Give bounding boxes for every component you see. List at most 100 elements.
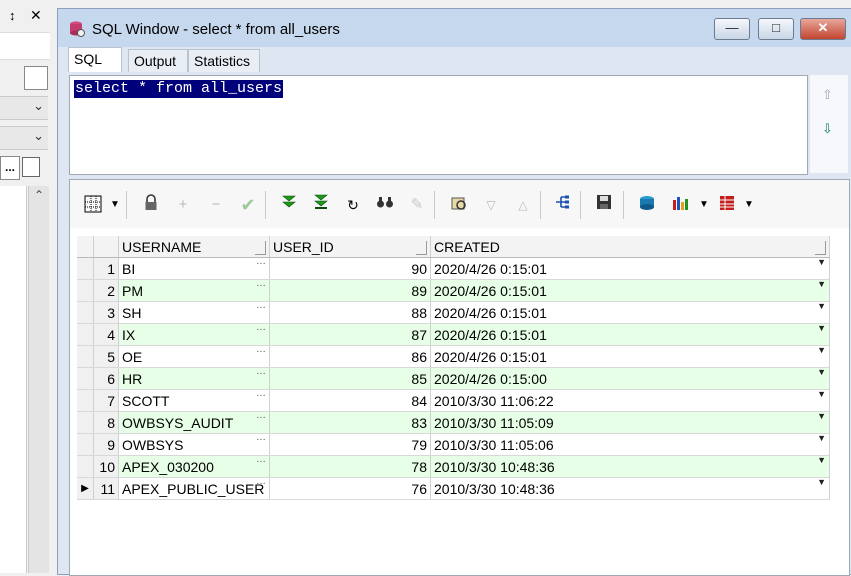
row-number[interactable]: 1 (93, 257, 119, 280)
close-icon[interactable]: ✕ (30, 7, 42, 24)
dropdown-arrow-icon[interactable]: ▼ (110, 194, 120, 216)
cell-user-id[interactable]: 76 (269, 477, 431, 500)
row-number[interactable]: 8 (93, 411, 119, 434)
row-indicator[interactable] (77, 257, 94, 280)
row-indicator[interactable] (77, 389, 94, 412)
query-by-example-icon[interactable] (448, 194, 470, 216)
cell-username[interactable]: OE… (118, 344, 270, 368)
panel-dropdown-2[interactable]: ⌄ (0, 126, 48, 150)
tab-output[interactable]: Output (128, 49, 188, 72)
row-number[interactable]: 5 (93, 345, 119, 368)
cell-created[interactable]: 2020/4/26 0:15:01 ▼ (430, 279, 830, 302)
cell-username[interactable]: APEX_030200… (118, 454, 270, 478)
cell-username[interactable]: PM… (118, 278, 270, 302)
panel-button[interactable] (24, 66, 48, 90)
dropdown-arrow-icon[interactable]: ▼ (817, 345, 826, 355)
cell-username[interactable]: IX… (118, 322, 270, 346)
table-row[interactable]: 9 OWBSYS … 79 2010/3/30 11:05:06 ▼ (77, 432, 830, 456)
fetch-next-icon[interactable] (278, 194, 300, 216)
table-row[interactable]: 5 OE … 86 2020/4/26 0:15:01 ▼ (77, 344, 830, 368)
add-record-icon[interactable]: + (172, 194, 194, 216)
ellipsis-icon[interactable]: … (256, 366, 266, 377)
cell-user-id[interactable]: 85 (269, 367, 431, 390)
cell-user-id[interactable]: 89 (269, 279, 431, 302)
row-indicator[interactable] (77, 455, 94, 478)
delete-record-icon[interactable]: − (205, 194, 227, 216)
cell-username[interactable]: HR… (118, 366, 270, 390)
close-button[interactable]: ✕ (800, 18, 846, 40)
row-number[interactable]: 4 (93, 323, 119, 346)
row-number[interactable]: 9 (93, 433, 119, 456)
cell-created[interactable]: 2020/4/26 0:15:01 ▼ (430, 345, 830, 368)
row-number[interactable]: 2 (93, 279, 119, 302)
ellipsis-icon[interactable]: … (256, 476, 266, 487)
cell-username[interactable]: BI… (118, 256, 270, 280)
cell-created[interactable]: 2020/4/26 0:15:01 ▼ (430, 257, 830, 280)
browse-button[interactable]: ... (0, 156, 20, 180)
table-row[interactable]: 7 SCOTT … 84 2010/3/30 11:06:22 ▼ (77, 388, 830, 412)
cell-user-id[interactable]: 90 (269, 257, 431, 280)
row-indicator[interactable] (77, 411, 94, 434)
maximize-button[interactable]: □ (758, 18, 794, 40)
cell-created[interactable]: 2020/4/26 0:15:01 ▼ (430, 323, 830, 346)
dropdown-arrow-icon[interactable]: ▼ (744, 194, 754, 216)
fetch-last-icon[interactable] (310, 194, 332, 216)
cell-created[interactable]: 2010/3/30 11:06:22 ▼ (430, 389, 830, 412)
cell-username[interactable]: SCOTT… (118, 388, 270, 412)
minimize-button[interactable]: — (714, 18, 750, 40)
column-resize-handle[interactable] (255, 240, 266, 255)
cell-username[interactable]: APEX_PUBLIC_USER… (118, 476, 270, 500)
chevron-up-icon[interactable]: ⌃ (29, 188, 49, 202)
row-number[interactable]: 3 (93, 301, 119, 324)
row-number[interactable]: 11 (93, 477, 119, 500)
cell-username[interactable]: OWBSYS_AUDIT… (118, 410, 270, 434)
table-view-icon[interactable] (716, 194, 738, 216)
dropdown-arrow-icon[interactable]: ▼ (817, 301, 826, 311)
ellipsis-icon[interactable]: … (256, 410, 266, 421)
row-indicator[interactable] (77, 301, 94, 324)
dropdown-arrow-icon[interactable]: ▼ (817, 433, 826, 443)
cell-user-id[interactable]: 88 (269, 301, 431, 324)
cell-user-id[interactable]: 86 (269, 345, 431, 368)
next-query-icon[interactable]: △ (512, 194, 534, 216)
cell-user-id[interactable]: 84 (269, 389, 431, 412)
pin-icon[interactable]: ↕ (9, 8, 16, 23)
row-indicator[interactable] (77, 367, 94, 390)
dropdown-arrow-icon[interactable]: ▼ (817, 323, 826, 333)
ellipsis-icon[interactable]: … (256, 278, 266, 289)
panel-scrollbar[interactable]: ⌃ (28, 186, 49, 573)
cell-user-id[interactable]: 83 (269, 411, 431, 434)
export-icon[interactable] (636, 194, 658, 216)
dropdown-arrow-icon[interactable]: ▼ (817, 279, 826, 289)
cell-created[interactable]: 2010/3/30 10:48:36 ▼ (430, 477, 830, 500)
cell-created[interactable]: 2020/4/26 0:15:01 ▼ (430, 301, 830, 324)
tab-sql[interactable]: SQL (68, 47, 122, 72)
row-indicator[interactable] (77, 345, 94, 368)
ellipsis-icon[interactable]: … (256, 300, 266, 311)
cell-created[interactable]: 2010/3/30 11:05:06 ▼ (430, 433, 830, 456)
table-row[interactable]: 6 HR … 85 2020/4/26 0:15:00 ▼ (77, 366, 830, 390)
dropdown-arrow-icon[interactable]: ▼ (817, 477, 826, 487)
row-indicator[interactable] (77, 279, 94, 302)
tab-statistics[interactable]: Statistics (188, 49, 260, 72)
row-indicator[interactable]: ▶ (77, 477, 94, 500)
table-row[interactable]: 8 OWBSYS_AUDIT … 83 2010/3/30 11:05:09 ▼ (77, 410, 830, 434)
previous-query-icon[interactable]: ▽ (480, 194, 502, 216)
table-row[interactable]: 3 SH … 88 2020/4/26 0:15:01 ▼ (77, 300, 830, 324)
arrow-down-icon[interactable]: ⇩ (822, 121, 833, 137)
post-changes-icon[interactable]: ✔ (237, 194, 259, 216)
clear-icon[interactable]: ✎ (406, 194, 428, 216)
arrow-up-icon[interactable]: ⇧ (822, 87, 833, 103)
sql-query-text[interactable]: select * from all_users (74, 80, 284, 98)
dropdown-arrow-icon[interactable]: ▼ (817, 257, 826, 267)
table-row[interactable]: 4 IX … 87 2020/4/26 0:15:01 ▼ (77, 322, 830, 346)
column-header-username[interactable]: USERNAME (118, 236, 270, 258)
column-header-user-id[interactable]: USER_ID (269, 236, 431, 258)
cell-user-id[interactable]: 87 (269, 323, 431, 346)
column-resize-handle[interactable] (815, 240, 826, 255)
dropdown-arrow-icon[interactable]: ▼ (817, 455, 826, 465)
ellipsis-icon[interactable]: … (256, 322, 266, 333)
object-list[interactable] (0, 186, 27, 573)
sql-editor[interactable]: select * from all_users (69, 75, 808, 175)
dropdown-arrow-icon[interactable]: ▼ (817, 367, 826, 377)
